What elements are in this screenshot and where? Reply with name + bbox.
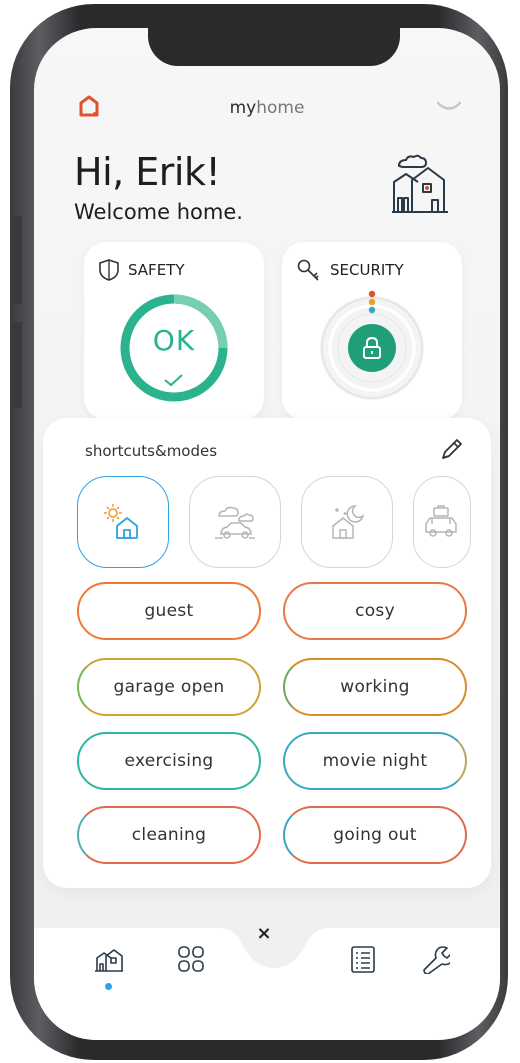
mode-button-movie-night[interactable]: movie night bbox=[283, 732, 467, 790]
phone-frame: myhome Hi, Erik! Welcome home. SAFETY OK… bbox=[10, 4, 508, 1060]
screen: myhome Hi, Erik! Welcome home. SAFETY OK… bbox=[34, 28, 500, 1040]
nav-home[interactable] bbox=[92, 942, 126, 976]
notch bbox=[148, 28, 400, 66]
security-card[interactable]: SECURITY bbox=[282, 242, 462, 420]
lock-icon[interactable] bbox=[348, 324, 396, 372]
house-illustration-icon bbox=[392, 154, 448, 213]
mode-button-guest[interactable]: guest bbox=[77, 582, 261, 640]
moon-house-icon bbox=[332, 505, 365, 539]
car-luggage-icon bbox=[425, 505, 457, 537]
welcome-subtitle: Welcome home. bbox=[74, 200, 243, 224]
cloud-car-icon bbox=[215, 506, 255, 539]
sun-house-icon bbox=[104, 504, 138, 539]
nav-settings[interactable] bbox=[418, 942, 452, 976]
grid-icon bbox=[178, 946, 204, 972]
volume-down-button bbox=[12, 322, 22, 408]
mode-button-exercising[interactable]: exercising bbox=[77, 732, 261, 790]
mode-button-going-out[interactable]: going out bbox=[283, 806, 467, 864]
mode-tile-cloud-car[interactable] bbox=[189, 476, 281, 568]
mode-tile-sun-house[interactable] bbox=[77, 476, 169, 568]
nav-active-indicator bbox=[105, 983, 112, 990]
pencil-icon[interactable] bbox=[437, 434, 467, 464]
chevron-down-icon[interactable] bbox=[436, 100, 462, 114]
app-title: myhome bbox=[229, 98, 305, 118]
mode-button-garage-open[interactable]: garage open bbox=[77, 658, 261, 716]
wrench-icon bbox=[423, 946, 450, 974]
close-icon[interactable]: × bbox=[254, 924, 274, 944]
nav-grid[interactable] bbox=[174, 942, 208, 976]
greeting-title: Hi, Erik! bbox=[74, 150, 221, 194]
key-icon bbox=[297, 259, 319, 281]
nav-checklist[interactable] bbox=[346, 942, 380, 976]
shortcuts-panel: shortcuts&modes guest cosy garage open w… bbox=[43, 418, 491, 888]
mode-tile-moon-house[interactable] bbox=[301, 476, 393, 568]
safety-status: OK bbox=[152, 324, 196, 357]
safety-card[interactable]: SAFETY OK bbox=[84, 242, 264, 420]
volume-up-button bbox=[12, 216, 22, 304]
shield-icon bbox=[99, 259, 119, 281]
safety-label: SAFETY bbox=[128, 261, 185, 279]
checklist-icon bbox=[351, 946, 375, 973]
home-icon bbox=[95, 949, 123, 972]
mode-button-cleaning[interactable]: cleaning bbox=[77, 806, 261, 864]
mode-button-working[interactable]: working bbox=[283, 658, 467, 716]
security-label: SECURITY bbox=[330, 261, 404, 279]
shortcuts-title: shortcuts&modes bbox=[85, 442, 218, 460]
mode-button-cosy[interactable]: cosy bbox=[283, 582, 467, 640]
mode-tile-car-luggage[interactable] bbox=[413, 476, 471, 568]
